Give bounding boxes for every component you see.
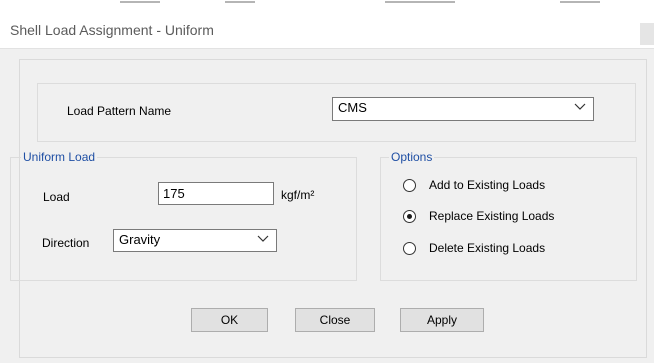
dialog-client-area: Load Pattern Name CMS Uniform Load Load … <box>0 48 654 363</box>
title-bar[interactable]: Shell Load Assignment - Uniform <box>0 6 654 48</box>
close-button[interactable]: Close <box>295 308 375 332</box>
dialog-frame: Load Pattern Name CMS Uniform Load Load … <box>10 59 647 358</box>
load-unit-label: kgf/m² <box>281 188 315 202</box>
title-bar-button[interactable] <box>640 23 654 45</box>
load-pattern-value: CMS <box>338 100 367 115</box>
radio-replace-existing[interactable] <box>403 210 416 223</box>
load-label: Load <box>43 190 70 204</box>
load-pattern-panel: Load Pattern Name CMS <box>37 83 636 142</box>
direction-dropdown[interactable]: Gravity <box>113 229 277 252</box>
strip-mark <box>225 1 255 3</box>
window-title: Shell Load Assignment - Uniform <box>10 22 214 38</box>
apply-button[interactable]: Apply <box>400 308 484 332</box>
radio-selected-dot <box>407 214 412 219</box>
direction-label: Direction <box>42 236 90 250</box>
radio-delete-existing[interactable] <box>403 242 416 255</box>
strip-mark <box>560 1 600 3</box>
option-delete-label[interactable]: Delete Existing Loads <box>429 241 545 255</box>
load-value-input[interactable]: 175 <box>158 182 274 205</box>
chevron-down-icon <box>257 235 269 242</box>
strip-mark <box>385 1 455 3</box>
chevron-down-icon <box>574 103 586 110</box>
uniform-load-group: Uniform Load Load 175 kgf/m² Direction G… <box>10 150 357 281</box>
radio-add-to-existing[interactable] <box>403 179 416 192</box>
option-add-label[interactable]: Add to Existing Loads <box>429 178 545 192</box>
uniform-load-legend: Uniform Load <box>21 150 98 164</box>
load-pattern-label: Load Pattern Name <box>67 104 172 118</box>
options-group: Options Add to Existing Loads Replace Ex… <box>380 150 637 281</box>
load-value-text: 175 <box>163 186 185 201</box>
option-replace-label[interactable]: Replace Existing Loads <box>429 209 554 223</box>
direction-value: Gravity <box>119 232 161 247</box>
load-pattern-dropdown[interactable]: CMS <box>332 97 594 121</box>
ok-button[interactable]: OK <box>191 308 268 332</box>
options-legend: Options <box>389 150 435 164</box>
strip-mark <box>120 1 160 3</box>
